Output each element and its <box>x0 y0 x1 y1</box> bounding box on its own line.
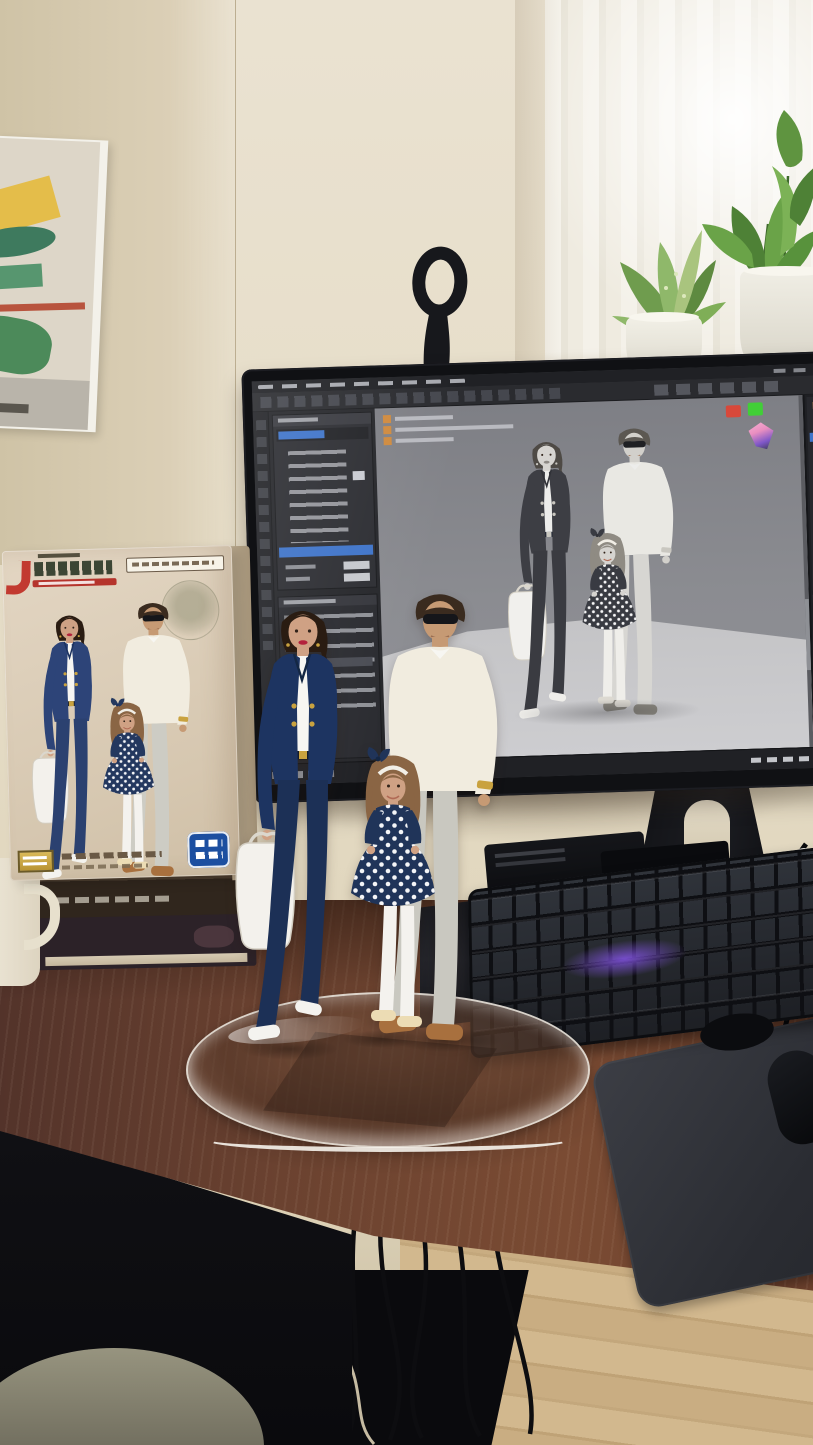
green-swatch-icon <box>748 402 763 415</box>
outliner-selected-row <box>810 432 813 442</box>
photo-root <box>0 0 813 1445</box>
box-logo-red-glyph-icon <box>6 560 31 595</box>
poster-art <box>0 138 100 430</box>
potted-plant-right <box>688 104 813 290</box>
field-label-2 <box>286 577 310 582</box>
box-top-banner <box>126 555 224 573</box>
properties-panel <box>272 412 377 591</box>
properties-rows <box>288 449 349 543</box>
field-label <box>286 564 316 569</box>
poster-green-blob <box>0 310 56 379</box>
red-swatch-icon <box>726 405 741 417</box>
properties-panel-header <box>273 413 371 427</box>
poster-green-stroke-2 <box>0 263 43 290</box>
poster-green-stroke <box>0 222 58 262</box>
poster-caption-bar <box>0 403 28 413</box>
wall-poster <box>0 136 108 433</box>
box-info-badge <box>18 850 55 873</box>
box-logo-red-banner <box>32 578 116 587</box>
field-value-box-2 <box>344 573 370 582</box>
field-value-box <box>343 561 369 570</box>
properties-selected-row <box>279 545 373 558</box>
pink-crystal-logo-icon <box>748 422 774 450</box>
figure-box-package <box>2 545 241 881</box>
box-logo-small-text-bar <box>38 553 80 558</box>
box-logo-title-bar <box>34 560 112 576</box>
family-figurines <box>222 588 542 1058</box>
properties-checkbox <box>353 471 365 480</box>
poster-red-line <box>0 303 85 313</box>
wall-corner-shade <box>515 0 560 385</box>
properties-panel-tabs <box>276 427 368 442</box>
